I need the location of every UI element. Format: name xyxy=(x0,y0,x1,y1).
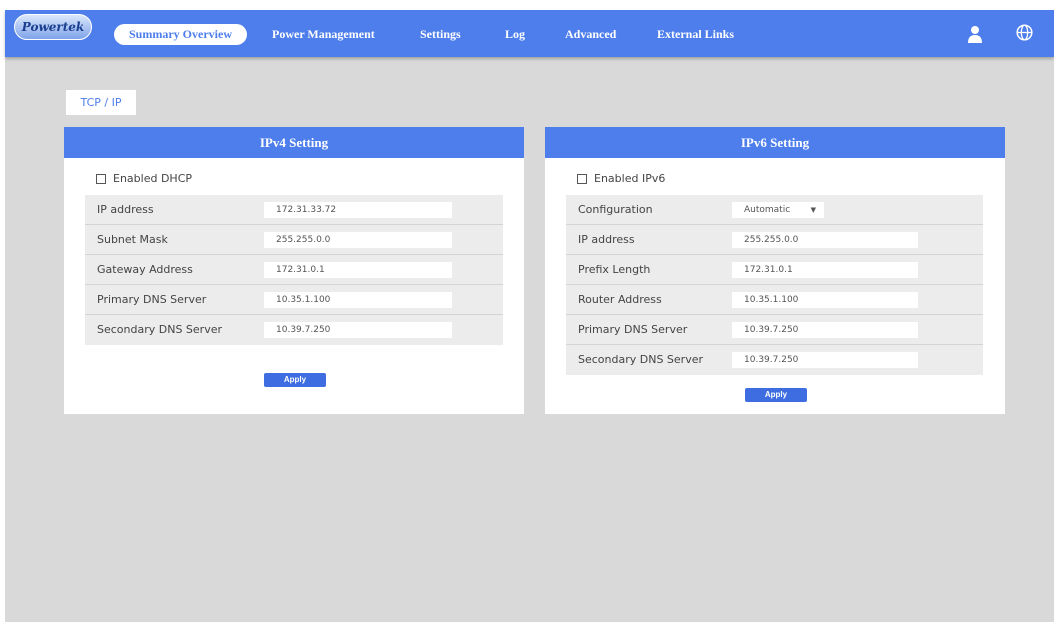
ipv4-row-gateway-address: Gateway Address xyxy=(85,255,503,285)
ipv6-row-ip-address: IP address xyxy=(566,225,983,255)
enable-dhcp-checkbox[interactable] xyxy=(96,173,106,184)
ipv6-prefix-length-input[interactable] xyxy=(732,262,918,278)
ipv4-ip-address-label: IP address xyxy=(97,203,154,216)
chevron-down-icon: ▼ xyxy=(810,206,816,214)
ipv6-apply-button[interactable]: Apply xyxy=(745,388,807,402)
ipv4-secondary-dns-input[interactable] xyxy=(264,322,452,338)
ipv4-row-secondary-dns: Secondary DNS Server xyxy=(85,315,503,345)
ipv6-ip-address-input[interactable] xyxy=(732,232,918,248)
ipv6-primary-dns-input[interactable] xyxy=(732,322,918,338)
ipv6-router-address-input[interactable] xyxy=(732,292,918,308)
ipv4-primary-dns-label: Primary DNS Server xyxy=(97,293,207,306)
ipv6-row-prefix-length: Prefix Length xyxy=(566,255,983,285)
ipv6-configuration-label: Configuration xyxy=(578,203,653,216)
nav-power-management[interactable]: Power Management xyxy=(272,27,375,42)
ipv4-gateway-address-label: Gateway Address xyxy=(97,263,193,276)
ipv4-panel-title: IPv4 Setting xyxy=(64,127,524,158)
ipv4-row-subnet-mask: Subnet Mask xyxy=(85,225,503,255)
ipv4-secondary-dns-label: Secondary DNS Server xyxy=(97,323,223,336)
enable-ipv6-label: Enabled IPv6 xyxy=(594,172,666,185)
powertek-logo[interactable]: Powertek xyxy=(14,14,92,40)
ipv4-row-ip-address: IP address xyxy=(85,195,503,225)
ipv4-apply-button[interactable]: Apply xyxy=(264,373,326,387)
ipv6-row-router-address: Router Address xyxy=(566,285,983,315)
globe-icon[interactable] xyxy=(1016,24,1033,41)
ipv4-primary-dns-input[interactable] xyxy=(264,292,452,308)
ipv6-fields: Configuration Automatic ▼ IP address Pre… xyxy=(566,195,983,375)
nav-external-links[interactable]: External Links xyxy=(657,27,734,42)
ipv4-panel: IPv4 Setting Enabled DHCP IP address Sub… xyxy=(64,127,524,414)
ipv6-ip-address-label: IP address xyxy=(578,233,635,246)
tab-tcp-ip[interactable]: TCP / IP xyxy=(66,90,136,115)
user-icon[interactable] xyxy=(967,25,983,43)
ipv6-row-primary-dns: Primary DNS Server xyxy=(566,315,983,345)
enable-ipv6-checkbox[interactable] xyxy=(577,173,587,184)
ipv6-panel-title: IPv6 Setting xyxy=(545,127,1005,158)
ipv4-ip-address-input[interactable] xyxy=(264,202,452,218)
nav-log[interactable]: Log xyxy=(505,27,525,42)
ipv4-subnet-mask-input[interactable] xyxy=(264,232,452,248)
ipv6-configuration-value: Automatic xyxy=(744,205,791,215)
ipv6-router-address-label: Router Address xyxy=(578,293,662,306)
ipv4-fields: IP address Subnet Mask Gateway Address P… xyxy=(85,195,503,345)
nav-settings[interactable]: Settings xyxy=(420,27,461,42)
enable-ipv6-row[interactable]: Enabled IPv6 xyxy=(577,172,665,185)
nav-summary-overview[interactable]: Summary Overview xyxy=(114,24,247,45)
ipv6-prefix-length-label: Prefix Length xyxy=(578,263,651,276)
ipv6-secondary-dns-input[interactable] xyxy=(732,352,918,368)
ipv4-gateway-address-input[interactable] xyxy=(264,262,452,278)
ipv6-row-secondary-dns: Secondary DNS Server xyxy=(566,345,983,375)
enable-dhcp-row[interactable]: Enabled DHCP xyxy=(96,172,192,185)
ipv4-row-primary-dns: Primary DNS Server xyxy=(85,285,503,315)
ipv6-secondary-dns-label: Secondary DNS Server xyxy=(578,353,704,366)
nav-advanced[interactable]: Advanced xyxy=(565,27,616,42)
ipv6-row-configuration: Configuration Automatic ▼ xyxy=(566,195,983,225)
ipv4-subnet-mask-label: Subnet Mask xyxy=(97,233,168,246)
enable-dhcp-label: Enabled DHCP xyxy=(113,172,193,185)
ipv6-primary-dns-label: Primary DNS Server xyxy=(578,323,688,336)
ipv6-configuration-select[interactable]: Automatic ▼ xyxy=(732,202,824,218)
ipv6-panel: IPv6 Setting Enabled IPv6 Configuration … xyxy=(545,127,1005,414)
